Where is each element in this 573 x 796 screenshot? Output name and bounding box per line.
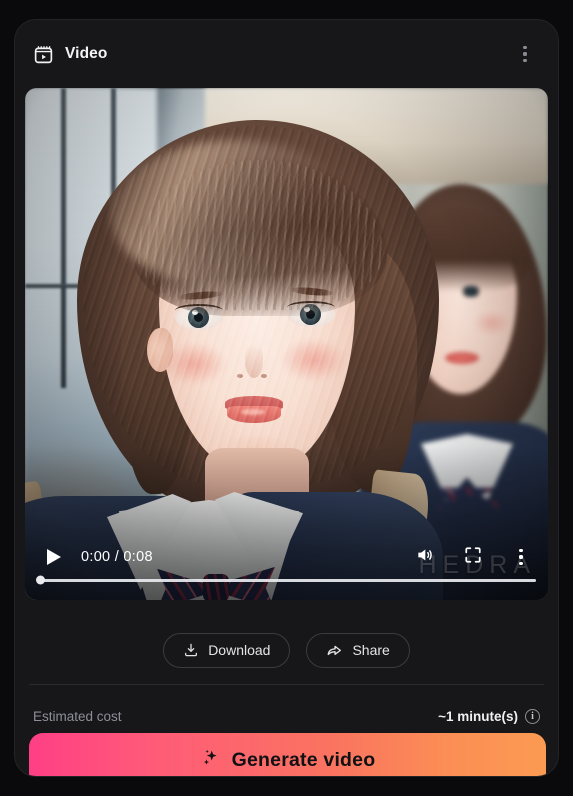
video-player[interactable]: HEDRA 0:00 / 0:08	[25, 88, 548, 600]
info-icon[interactable]: i	[525, 708, 540, 724]
more-vertical-icon	[523, 46, 527, 62]
video-action-buttons: Download Share	[15, 616, 558, 684]
video-clip-icon	[32, 43, 54, 65]
video-scene-image	[25, 88, 548, 600]
share-button-label: Share	[352, 642, 390, 658]
player-settings-button[interactable]	[506, 542, 536, 572]
download-icon	[183, 642, 199, 658]
generate-video-label: Generate video	[231, 749, 376, 771]
video-card: Video HEDRA 0:00 / 0:08 Download Share E…	[14, 19, 559, 777]
card-header: Video	[15, 20, 558, 88]
estimated-cost-row: Estimated cost ~1 minute(s) i	[33, 700, 540, 732]
section-divider	[29, 684, 544, 685]
card-menu-button[interactable]	[512, 41, 538, 67]
time-display: 0:00 / 0:08	[81, 549, 153, 565]
video-controls: 0:00 / 0:08	[25, 534, 548, 600]
play-button[interactable]	[37, 542, 67, 572]
fullscreen-icon	[464, 546, 482, 569]
video-progress-handle[interactable]	[36, 575, 45, 585]
download-button-label: Download	[208, 642, 271, 658]
more-vertical-icon	[519, 549, 523, 565]
generate-video-button[interactable]: Generate video	[29, 733, 546, 776]
estimated-cost-value: ~1 minute(s)	[438, 708, 518, 724]
download-button[interactable]: Download	[163, 632, 291, 668]
video-progress-bar[interactable]	[36, 575, 536, 585]
card-header-left: Video	[32, 43, 107, 65]
estimated-cost-label: Estimated cost	[33, 708, 122, 724]
sparkle-icon	[200, 747, 221, 774]
play-icon	[46, 549, 61, 565]
share-button[interactable]: Share	[306, 632, 410, 668]
volume-button[interactable]	[410, 542, 440, 572]
share-arrow-icon	[326, 642, 343, 659]
page-title: Video	[65, 45, 108, 62]
volume-on-icon	[415, 545, 435, 570]
fullscreen-button[interactable]	[458, 542, 488, 572]
video-frame: HEDRA	[25, 88, 548, 600]
